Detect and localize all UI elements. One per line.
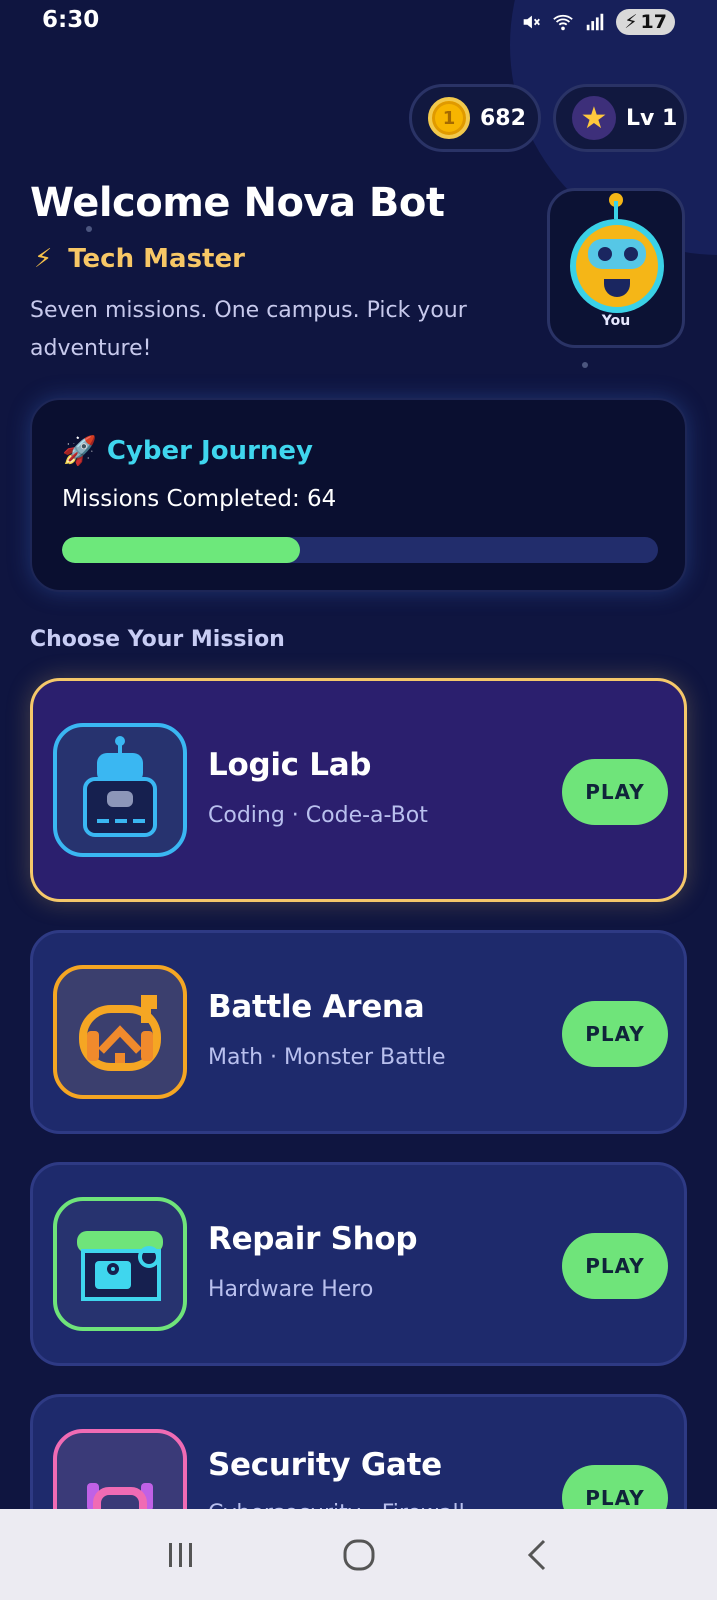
coins-pill[interactable]: 1 682 <box>409 84 541 152</box>
journey-title: Cyber Journey <box>106 435 313 466</box>
avatar-card[interactable]: You <box>547 188 685 348</box>
mute-icon <box>523 15 541 29</box>
mission-title: Logic Lab <box>208 747 372 783</box>
tagline: Seven missions. One campus. Pick your ad… <box>30 298 467 361</box>
recent-apps-button[interactable] <box>150 1530 210 1580</box>
avatar-label: You <box>601 313 631 329</box>
mission-title: Repair Shop <box>208 1221 418 1257</box>
mission-card-battle-arena[interactable]: Battle Arena Math · Monster Battle PLAY <box>30 930 687 1134</box>
robot-icon <box>53 723 187 857</box>
battery-level: 17 <box>640 11 667 33</box>
avatar-mouth <box>604 279 630 297</box>
mission-card-logic-lab[interactable]: Logic Lab Coding · Code-a-Bot PLAY <box>30 678 687 902</box>
play-button-repair-shop[interactable]: PLAY <box>562 1233 668 1299</box>
decoration-dot <box>86 226 92 232</box>
mission-card-repair-shop[interactable]: Repair Shop Hardware Hero PLAY <box>30 1162 687 1366</box>
mission-subtitle: Coding · Code-a-Bot <box>208 803 428 828</box>
bolt-icon: ⚡ <box>34 244 53 274</box>
repair-icon-graphic <box>77 1231 163 1301</box>
system-navigation-bar <box>0 1509 717 1600</box>
coin-icon: 1 <box>428 97 470 139</box>
robot-avatar-icon <box>570 219 664 313</box>
mission-subtitle: Math · Monster Battle <box>208 1045 446 1070</box>
journey-card: 🚀 Cyber Journey Missions Completed: 64 <box>30 398 687 592</box>
home-button[interactable] <box>329 1530 389 1580</box>
avatar-eye-left <box>598 247 612 261</box>
home-icon <box>343 1539 374 1570</box>
status-time: 6:30 <box>42 7 100 33</box>
repair-icon <box>53 1197 187 1331</box>
level-pill[interactable]: ★ Lv 1 <box>553 84 687 152</box>
missions-completed: Missions Completed: 64 <box>62 486 337 512</box>
back-icon <box>527 1539 545 1570</box>
decoration-dot <box>582 362 588 368</box>
journey-progress-bar <box>62 537 658 563</box>
journey-header: 🚀 Cyber Journey <box>62 434 313 467</box>
status-bar: 6:30 ⚡ 17 <box>0 0 717 44</box>
monster-icon-graphic <box>79 995 161 1071</box>
mission-title: Security Gate <box>208 1447 442 1483</box>
rocket-icon: 🚀 <box>62 434 97 467</box>
rank-title: Tech Master <box>68 244 245 274</box>
recents-icon <box>168 1542 192 1567</box>
avatar-antenna-stick <box>614 201 618 219</box>
back-button[interactable] <box>508 1530 568 1580</box>
charging-icon: ⚡ <box>624 11 638 33</box>
mission-title: Battle Arena <box>208 989 425 1025</box>
play-button-battle-arena[interactable]: PLAY <box>562 1001 668 1067</box>
status-icons: ⚡ 17 <box>520 9 675 35</box>
signal-icon <box>586 13 604 31</box>
rank-badge: ⚡ Tech Master <box>34 244 245 274</box>
wifi-icon <box>553 14 573 31</box>
level-value: Lv 1 <box>626 105 678 131</box>
robot-icon-graphic <box>83 736 157 837</box>
monster-icon <box>53 965 187 1099</box>
star-icon: ★ <box>572 96 616 140</box>
missions-section-title: Choose Your Mission <box>30 627 285 652</box>
journey-progress-fill <box>62 537 301 563</box>
avatar-eye-right <box>624 247 638 261</box>
battery-indicator: ⚡ 17 <box>616 9 675 35</box>
coins-value: 682 <box>480 105 526 131</box>
welcome-title: Welcome Nova Bot <box>30 180 445 226</box>
app-screen: 6:30 ⚡ 17 1 682 ★ Lv 1 Welcome Nova Bot … <box>0 0 717 1600</box>
mission-subtitle: Hardware Hero <box>208 1277 374 1302</box>
play-button-logic-lab[interactable]: PLAY <box>562 759 668 825</box>
